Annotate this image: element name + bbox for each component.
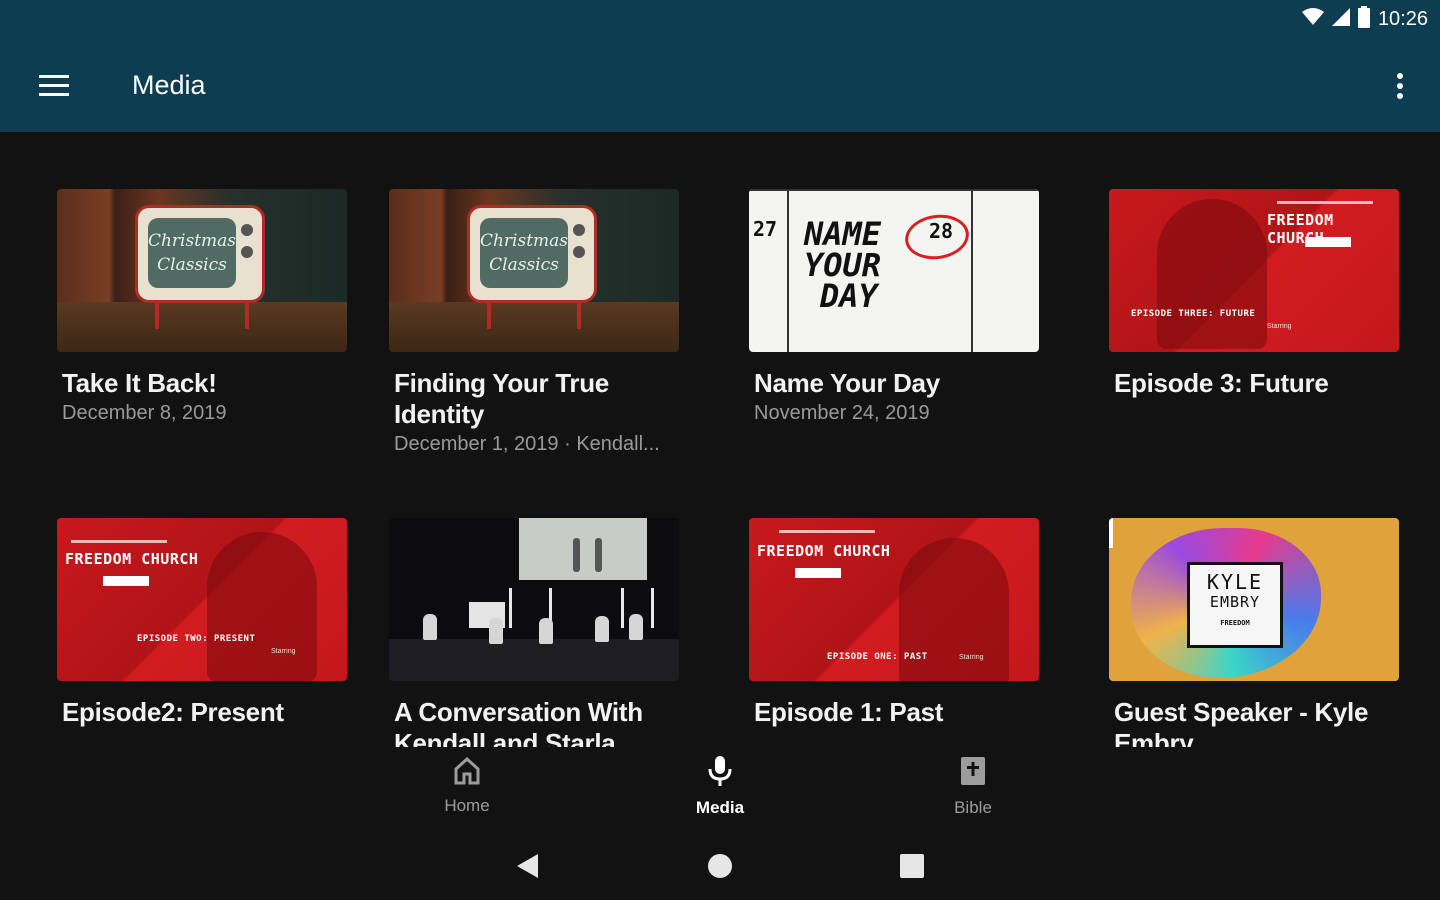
christmas-classics-thumbnail: Christmas Classics (57, 189, 347, 352)
media-title: Guest Speaker - Kyle Embry (1114, 697, 1369, 747)
bible-icon (958, 755, 988, 792)
app-bar: Media (0, 40, 1440, 132)
signal-icon (1331, 8, 1350, 31)
thumbnail-text: FREEDOM (1220, 619, 1250, 627)
thumbnail-text: KYLE (1206, 570, 1264, 594)
thumbnail-text: EPISODE ONE: PAST (827, 652, 928, 662)
system-navigation-bar (0, 835, 1440, 900)
media-card-name-your-day[interactable]: 27 28 NAME YOUR DAY Name Your Day Novemb… (749, 189, 1039, 425)
media-title: Take It Back! (62, 368, 217, 398)
thumbnail-text: Starring (1267, 323, 1292, 330)
thumbnail-text: Classics (157, 255, 227, 275)
thumbnail-text: EMBRY (1209, 593, 1261, 611)
microphone-icon (705, 755, 735, 792)
media-card-finding-your-true-identity[interactable]: Christmas Classics Finding Your True Ide… (389, 189, 679, 456)
back-icon[interactable] (507, 849, 547, 883)
nav-item-media[interactable]: Media (660, 755, 780, 827)
thumbnail-text: Christmas (147, 231, 237, 251)
nav-label: Media (695, 798, 745, 817)
media-title: Finding Your True Identity (394, 368, 609, 429)
freedom-church-thumbnail: FREEDOM CHURCH EPISODE TWO: PRESENT Star… (57, 518, 347, 681)
hamburger-menu-icon[interactable] (28, 68, 80, 104)
page-title: Media (132, 70, 206, 100)
thumbnail-text: Starring (959, 654, 984, 661)
nav-item-home[interactable]: Home (407, 755, 527, 827)
stage-thumbnail (389, 518, 679, 681)
more-vertical-icon[interactable] (1388, 66, 1412, 106)
thumbnail-text: EPISODE THREE: FUTURE (1131, 309, 1256, 319)
recents-icon[interactable] (892, 849, 932, 883)
media-grid: Christmas Classics Take It Back! Decembe… (0, 132, 1440, 747)
media-card-episode-2-present[interactable]: FREEDOM CHURCH EPISODE TWO: PRESENT Star… (57, 518, 347, 731)
home-icon (452, 755, 482, 790)
media-subtitle: November 24, 2019 (754, 402, 930, 424)
status-indicators: 10:26 (1301, 6, 1428, 33)
media-title: Episode2: Present (62, 697, 284, 727)
thumbnail-text: Classics (489, 255, 559, 275)
status-time: 10:26 (1377, 8, 1428, 30)
media-card-guest-speaker-kyle-embry[interactable]: KYLE EMBRY FREEDOM Guest Speaker - Kyle … (1109, 518, 1399, 747)
christmas-classics-thumbnail: Christmas Classics (389, 189, 679, 352)
media-subtitle: December 1, 2019 · Kendall... (394, 433, 660, 455)
thumbnail-text: Christmas (479, 231, 569, 251)
media-subtitle: December 8, 2019 (62, 402, 227, 424)
thumbnail-text: Starring (271, 648, 296, 655)
thumbnail-text: EPISODE TWO: PRESENT (137, 634, 256, 644)
media-card-episode-1-past[interactable]: FREEDOM CHURCH EPISODE ONE: PAST Starrin… (749, 518, 1039, 731)
battery-icon (1357, 6, 1370, 33)
media-title: Episode 3: Future (1114, 368, 1329, 398)
media-title: A Conversation With Kendall and Starla (394, 697, 643, 747)
thumbnail-text: DAY (820, 277, 878, 315)
status-bar: 10:26 (0, 0, 1440, 40)
name-your-day-thumbnail: 27 28 NAME YOUR DAY (749, 189, 1039, 352)
media-card-conversation-kendall-starla[interactable]: A Conversation With Kendall and Starla (389, 518, 679, 747)
nav-item-bible[interactable]: Bible (913, 755, 1033, 827)
bottom-navigation: Home Media Bible (0, 747, 1440, 835)
nav-label: Bible (954, 798, 992, 817)
thumbnail-text: FREEDOM CHURCH (65, 550, 199, 568)
home-circle-icon[interactable] (700, 849, 740, 883)
kyle-embry-thumbnail: KYLE EMBRY FREEDOM (1109, 518, 1399, 681)
media-title: Name Your Day (754, 368, 940, 398)
media-card-episode-3-future[interactable]: FREEDOM CHURCH EPISODE THREE: FUTURE Sta… (1109, 189, 1399, 402)
thumbnail-text: FREEDOM CHURCH (757, 542, 891, 560)
nav-label: Home (444, 796, 490, 815)
media-card-take-it-back[interactable]: Christmas Classics Take It Back! Decembe… (57, 189, 347, 425)
thumbnail-text: 27 (753, 217, 778, 241)
wifi-icon (1301, 8, 1324, 31)
media-title: Episode 1: Past (754, 697, 944, 727)
freedom-church-thumbnail: FREEDOM CHURCH EPISODE THREE: FUTURE Sta… (1109, 189, 1399, 352)
freedom-church-thumbnail: FREEDOM CHURCH EPISODE ONE: PAST Starrin… (749, 518, 1039, 681)
